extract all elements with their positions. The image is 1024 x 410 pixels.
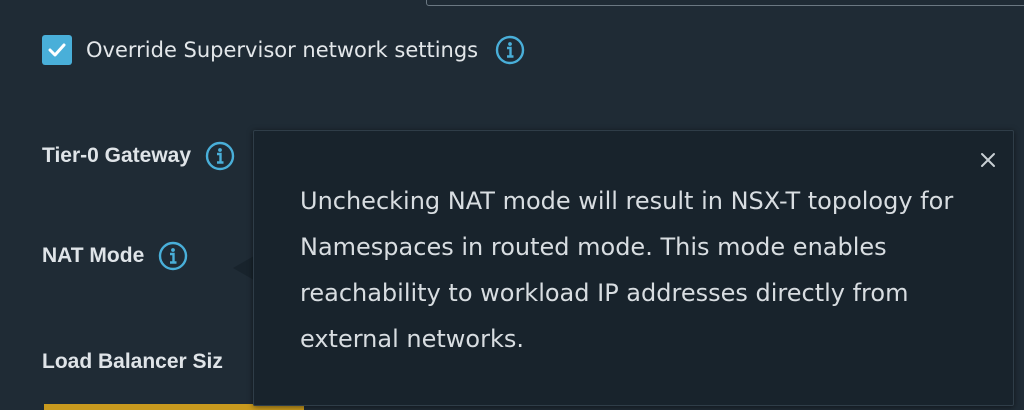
override-network-settings-checkbox[interactable] [42, 35, 72, 65]
nat-mode-field: NAT Mode [42, 241, 188, 271]
tier0-gateway-label: Tier-0 Gateway [42, 144, 192, 167]
load-balancer-size-label: Load Balancer Siz [42, 350, 223, 373]
top-input-field[interactable] [426, 0, 1024, 6]
nat-mode-tooltip: Unchecking NAT mode will result in NSX-T… [253, 130, 1014, 406]
info-icon[interactable] [158, 241, 188, 271]
tier0-gateway-field: Tier-0 Gateway [42, 141, 235, 171]
tooltip-text: Unchecking NAT mode will result in NSX-T… [300, 187, 954, 353]
tooltip-arrow [233, 256, 254, 280]
override-network-settings-row: Override Supervisor network settings [42, 34, 525, 66]
info-icon[interactable] [205, 141, 235, 171]
nat-mode-label: NAT Mode [42, 244, 145, 267]
checkmark-icon [48, 43, 66, 57]
override-network-settings-label: Override Supervisor network settings [86, 38, 479, 62]
close-icon[interactable] [977, 149, 999, 171]
load-balancer-size-field: Load Balancer Siz [42, 347, 223, 377]
info-icon[interactable] [495, 35, 525, 65]
